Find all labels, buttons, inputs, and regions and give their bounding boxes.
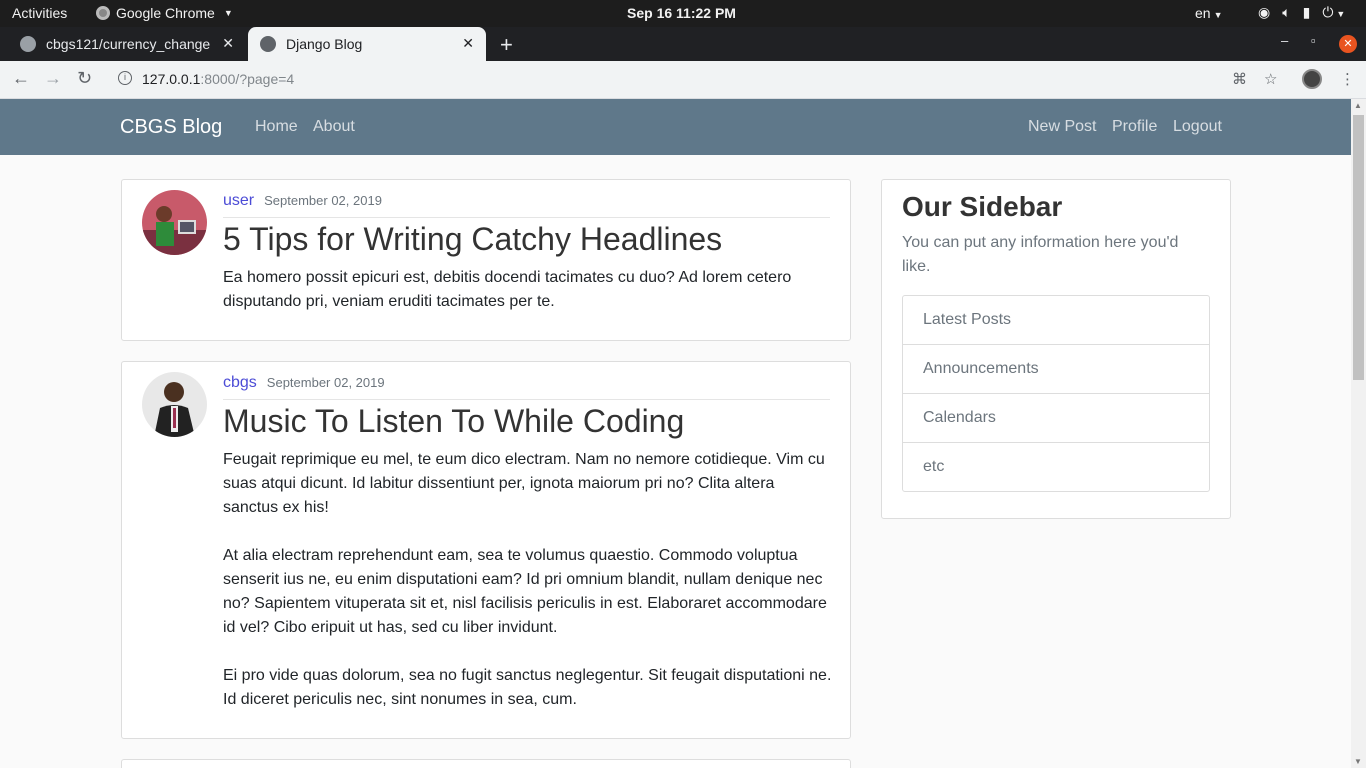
minimize-icon[interactable]: –	[1281, 33, 1288, 48]
globe-icon	[260, 36, 276, 52]
address-bar[interactable]: i 127.0.0.1:8000/?page=4	[108, 65, 1288, 95]
post-meta: cbgs September 02, 2019	[223, 374, 830, 400]
post-title-link[interactable]: 5 Tips for Writing Catchy Headlines	[223, 221, 722, 258]
new-tab-icon[interactable]: +	[500, 32, 513, 58]
nav-new-post[interactable]: New Post	[1028, 118, 1096, 136]
site-navbar: CBGS Blog Home About New Post Profile Lo…	[0, 99, 1351, 155]
post-card: cbgs September 02, 2019 Music To Listen T…	[121, 361, 851, 739]
tab-label: cbgs121/currency_change	[46, 36, 211, 52]
url-path: :8000/?page=4	[200, 71, 295, 87]
author-avatar	[142, 372, 207, 437]
tab-github[interactable]: cbgs121/currency_change ✕	[8, 27, 246, 61]
sidebar: Our Sidebar You can put any information …	[881, 179, 1231, 519]
close-tab-icon[interactable]: ✕	[462, 35, 474, 52]
post-paragraph: Feugait reprimique eu mel, te eum dico e…	[223, 451, 825, 516]
page-viewport: CBGS Blog Home About New Post Profile Lo…	[0, 99, 1351, 768]
close-tab-icon[interactable]: ✕	[222, 35, 234, 52]
sidebar-item-calendars[interactable]: Calendars	[903, 394, 1209, 443]
post-title-link[interactable]: Music To Listen To While Coding	[223, 403, 684, 440]
chrome-icon	[96, 6, 110, 20]
nav-logout[interactable]: Logout	[1173, 118, 1222, 136]
post-paragraph: Ea homero possit epicuri est, debitis do…	[223, 269, 792, 310]
sidebar-item-latest-posts[interactable]: Latest Posts	[903, 296, 1209, 345]
author-avatar	[142, 190, 207, 255]
tab-strip: cbgs121/currency_change ✕ Django Blog ✕	[0, 27, 1366, 61]
post-date: September 02, 2019	[266, 375, 385, 390]
app-menu[interactable]: Google Chrome ▼	[96, 5, 233, 21]
nav-profile[interactable]: Profile	[1112, 118, 1157, 136]
bookmark-star-icon[interactable]: ☆	[1264, 70, 1277, 88]
post-date: September 02, 2019	[264, 193, 382, 208]
maximize-icon[interactable]: ▫	[1311, 33, 1316, 48]
nav-about[interactable]: About	[313, 118, 355, 136]
post-author-link[interactable]: user	[223, 192, 254, 209]
nav-home[interactable]: Home	[255, 118, 298, 136]
volume-icon: 🔈︎	[1282, 4, 1291, 20]
scroll-up-icon[interactable]: ▲	[1354, 101, 1362, 110]
sidebar-item-etc[interactable]: etc	[903, 443, 1209, 491]
back-icon[interactable]: ←	[12, 68, 30, 89]
page-scrollbar[interactable]: ▲ ▼	[1351, 99, 1366, 768]
system-tray[interactable]: ◉ 🔈︎ ▮ ⏻ ▼	[1258, 4, 1345, 21]
caret-down-icon: ▼	[1213, 10, 1223, 20]
power-icon: ⏻ ▼	[1322, 4, 1346, 20]
post-card: user September 02, 2019 5 Tips for Writin…	[121, 179, 851, 341]
tab-django-blog[interactable]: Django Blog ✕	[248, 27, 486, 61]
post-meta: user September 02, 2019	[223, 192, 830, 218]
url-text[interactable]: 127.0.0.1:8000/?page=4	[142, 71, 294, 87]
clock[interactable]: Sep 16 11:22 PM	[627, 5, 736, 21]
site-brand[interactable]: CBGS Blog	[120, 116, 222, 139]
forward-icon[interactable]: →	[44, 68, 62, 89]
post-card	[121, 759, 851, 768]
reload-icon[interactable]: ↻	[77, 68, 92, 89]
language-label: en	[1195, 5, 1211, 21]
github-icon	[20, 36, 36, 52]
sidebar-item-announcements[interactable]: Announcements	[903, 345, 1209, 394]
sidebar-text: You can put any information here you'd l…	[902, 234, 1179, 275]
wifi-icon: ◉	[1258, 4, 1271, 20]
sidebar-list: Latest Posts Announcements Calendars etc	[902, 295, 1210, 492]
post-author-link[interactable]: cbgs	[223, 374, 257, 391]
app-name: Google Chrome	[116, 5, 215, 21]
profile-avatar[interactable]	[1302, 69, 1322, 89]
post-paragraph: Ei pro vide quas dolorum, sea no fugit s…	[223, 667, 832, 708]
os-top-bar: Activities Google Chrome ▼ Sep 16 11:22 …	[0, 0, 1366, 27]
browser-toolbar: ← → ↻ i 127.0.0.1:8000/?page=4 ⌘ ☆ ⋮	[0, 61, 1366, 99]
post-content: Ea homero possit epicuri est, debitis do…	[223, 266, 833, 338]
post-content: Feugait reprimique eu mel, te eum dico e…	[223, 448, 833, 736]
scroll-down-icon[interactable]: ▼	[1354, 757, 1362, 766]
post-paragraph: At alia electram reprehendunt eam, sea t…	[223, 547, 827, 636]
battery-icon: ▮	[1302, 4, 1311, 20]
tab-label: Django Blog	[286, 36, 363, 52]
sidebar-title: Our Sidebar	[902, 191, 1063, 222]
site-info-icon[interactable]: i	[118, 71, 132, 85]
menu-kebab-icon[interactable]: ⋮	[1340, 70, 1355, 88]
url-host: 127.0.0.1	[142, 71, 201, 87]
language-menu[interactable]: en ▼	[1195, 5, 1223, 21]
translate-icon[interactable]: ⌘	[1232, 70, 1247, 88]
scrollbar-thumb[interactable]	[1353, 115, 1364, 380]
window-close-icon[interactable]: ✕	[1339, 35, 1357, 53]
caret-down-icon: ▼	[223, 8, 233, 18]
activities-button[interactable]: Activities	[12, 5, 67, 21]
